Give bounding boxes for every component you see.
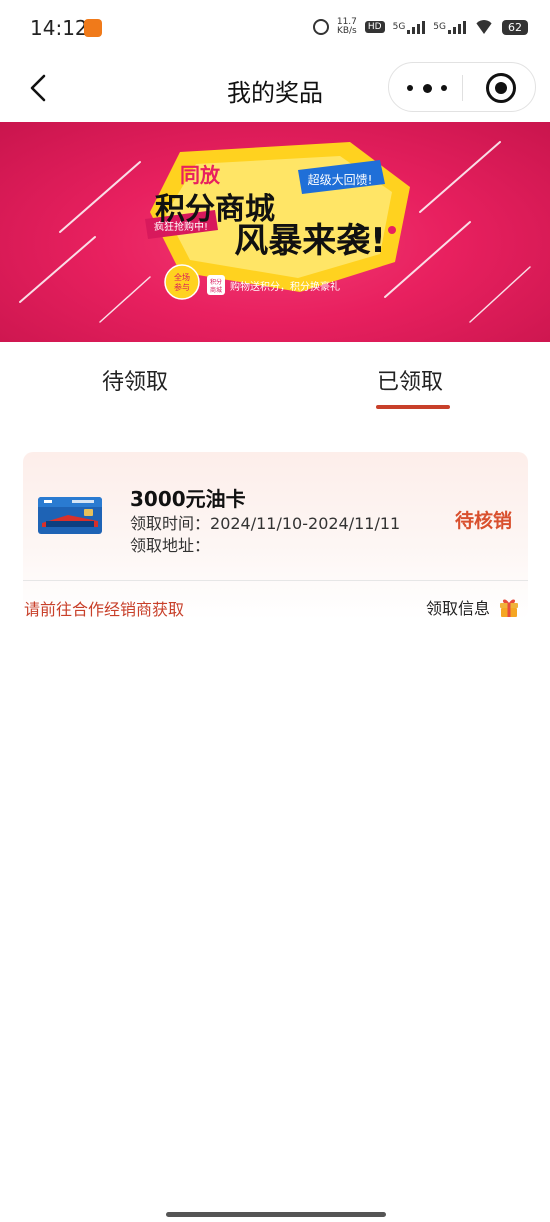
navigation-bar: 我的奖品 [0,58,550,122]
claim-time-label: 领取时间： [130,514,211,533]
fuel-card-icon [38,497,102,534]
prize-name: 3000元油卡 [130,487,246,511]
prize-card[interactable]: 3000元油卡 领取时间：2024/11/10-2024/11/11 领取地址：… [23,452,528,620]
claim-time-value: 2024/11/10-2024/11/11 [210,514,401,533]
wifi-icon [474,20,494,34]
battery-indicator: 62 [502,19,528,35]
miniprogram-capsule [388,62,536,112]
banner-logo-bottom: 商城 [210,286,222,294]
banner-artwork: 超级大回馈! 疯狂抢购中! 同放 积分商城 风暴来袭! 全场 参与 积分 商城 … [19,141,531,323]
card-divider [23,580,528,581]
sim2-network-label: 5G [433,22,446,32]
status-badge: 待核销 [454,510,512,532]
tab-received[interactable]: 已领取 [377,364,443,396]
status-bar: 14:12 11.7 KB/s HD 5G 5G 62 [0,0,550,58]
active-tab-indicator [376,405,450,409]
banner-slogan: 购物送积分，积分换豪礼 [230,280,340,293]
banner-line3: 风暴来袭! [234,221,386,261]
status-icons: 11.7 KB/s HD 5G 5G 62 [312,18,528,36]
hd-voice-icon: HD [364,21,385,33]
claim-address-row: 领取地址： [130,532,210,556]
claim-info-link[interactable]: 领取信息 [426,595,490,619]
network-speed: 11.7 KB/s [337,18,357,36]
dealer-note: 请前往合作经销商获取 [24,600,185,619]
close-miniprogram-icon[interactable] [486,73,516,103]
gift-icon[interactable] [498,596,520,618]
claim-address-label: 领取地址： [130,536,211,555]
more-icon[interactable] [407,81,447,95]
home-indicator[interactable] [166,1212,386,1217]
claim-time-row: 领取时间：2024/11/10-2024/11/11 [130,510,400,534]
sim1-network-label: 5G [392,22,406,32]
tab-bar: 待领取 已领取 [0,342,550,414]
banner-line1: 同放 [180,163,221,187]
alarm-icon [312,19,329,35]
status-time: 14:12 [30,16,88,40]
signal-icon [448,20,466,34]
banner-logo-top: 积分 [210,278,222,286]
banner-badge-top: 全场 [174,272,190,282]
banner-badge-bottom: 参与 [174,282,190,292]
signal-icon [407,20,426,34]
capsule-divider [462,75,463,101]
app-notification-icon [84,19,102,37]
banner-ribbon-right: 超级大回馈! [308,172,373,187]
network-speed-unit: KB/s [336,26,357,36]
promo-banner[interactable]: 超级大回馈! 疯狂抢购中! 同放 积分商城 风暴来袭! 全场 参与 积分 商城 … [0,122,550,342]
tab-pending[interactable]: 待领取 [102,364,168,396]
